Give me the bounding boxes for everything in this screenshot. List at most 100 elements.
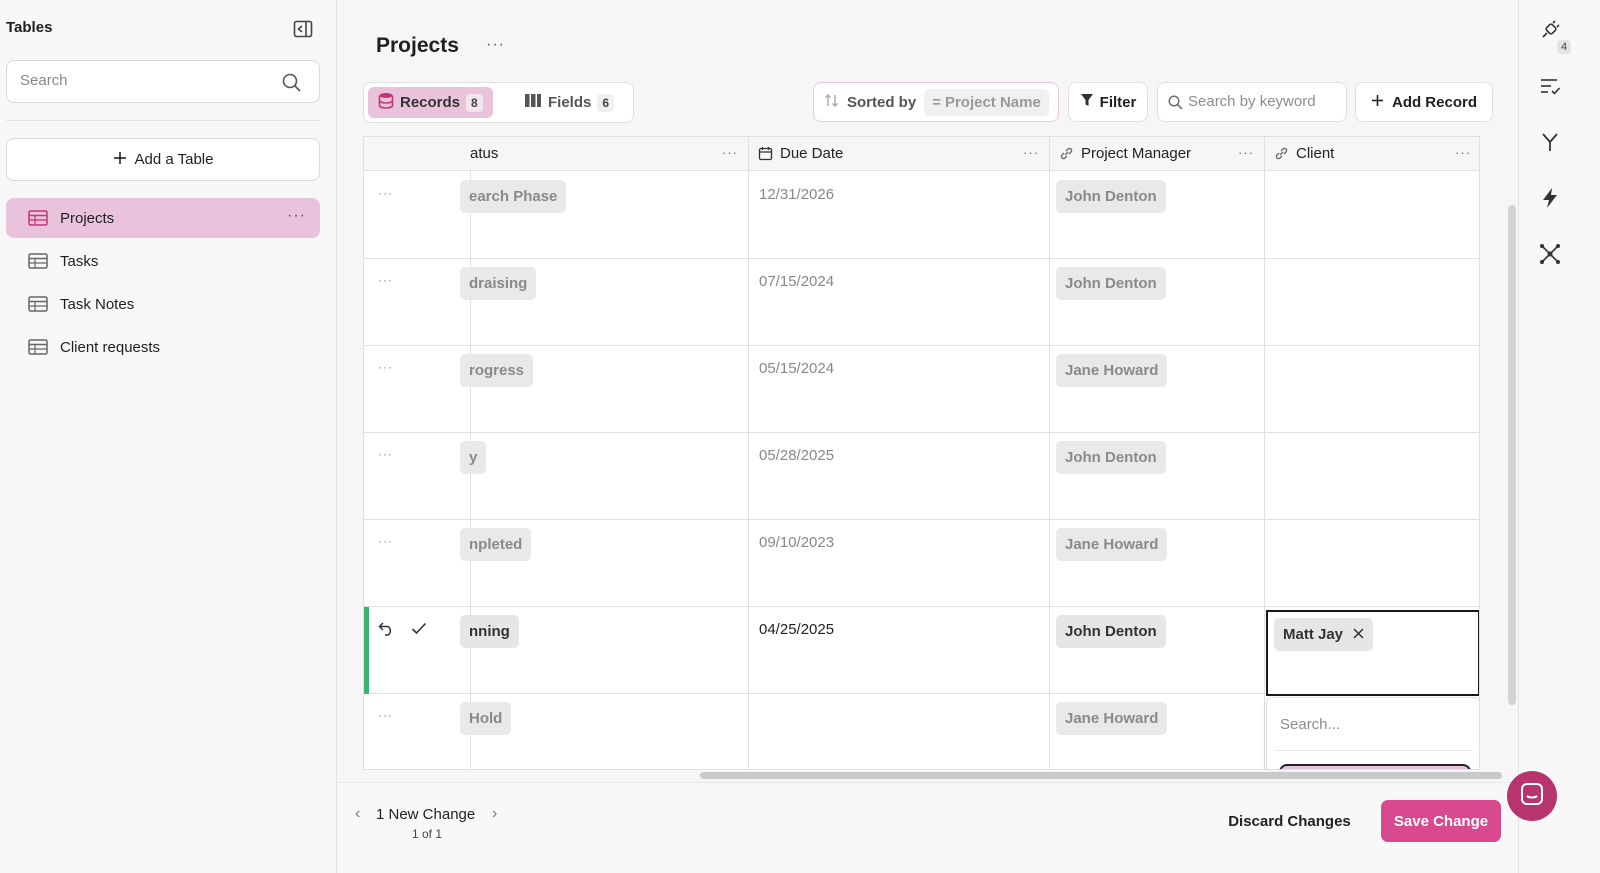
table-icon (28, 339, 48, 355)
sidebar-item-task-notes[interactable]: Task Notes (6, 284, 320, 324)
table-row[interactable]: ··· rogress 05/15/2024 Jane Howard (364, 346, 1479, 433)
plugin-icon[interactable] (1539, 19, 1561, 41)
client-option[interactable] (1279, 764, 1471, 769)
discard-changes-button[interactable]: Discard Changes (1212, 800, 1367, 842)
client-search-input[interactable] (1280, 716, 1460, 733)
tab-fields[interactable]: Fields 6 (514, 87, 624, 118)
branch-icon[interactable] (1539, 131, 1561, 153)
table-icon (28, 253, 48, 269)
more-options-icon[interactable]: ··· (486, 36, 505, 54)
filter-icon (1080, 93, 1094, 111)
add-table-button[interactable]: Add a Table (6, 138, 320, 181)
table-row[interactable]: ··· draising 07/15/2024 John Denton (364, 259, 1479, 346)
status-chip: y (460, 441, 487, 474)
sort-control[interactable]: Sorted by = Project Name (813, 82, 1059, 122)
tab-label: Fields (548, 94, 592, 111)
undo-icon[interactable] (378, 621, 395, 641)
table-row[interactable]: ··· npleted 09/10/2023 Jane Howard (364, 520, 1479, 607)
column-menu-icon[interactable]: ··· (1023, 145, 1039, 160)
column-header-label: atus (470, 145, 499, 162)
change-bar: ‹ 1 New Change › 1 of 1 Discard Changes … (337, 782, 1518, 873)
table-row[interactable]: ··· earch Phase 12/31/2026 John Denton (364, 172, 1479, 259)
status-chip: npleted (460, 528, 532, 561)
checklist-icon[interactable] (1539, 75, 1561, 97)
sidebar-item-tasks[interactable]: Tasks (6, 241, 320, 281)
previous-change-icon[interactable]: ‹ (355, 805, 360, 823)
check-icon[interactable] (411, 622, 427, 640)
lightning-icon[interactable] (1539, 187, 1561, 209)
table-search-field[interactable] (6, 60, 320, 103)
status-chip: nning (460, 615, 519, 648)
manager-chip: John Denton (1056, 615, 1166, 648)
manager-chip: John Denton (1056, 441, 1166, 474)
change-counter: 1 of 1 (412, 827, 443, 841)
filter-button[interactable]: Filter (1068, 82, 1148, 122)
save-change-button[interactable]: Save Change (1381, 800, 1501, 842)
manager-chip: John Denton (1056, 180, 1166, 213)
horizontal-scrollbar[interactable] (700, 772, 1502, 779)
column-header-status[interactable]: atus ··· (470, 137, 748, 171)
client-chip: Matt Jay (1274, 618, 1374, 651)
plugin-count-badge: 4 (1557, 40, 1572, 54)
more-options-icon[interactable]: ··· (287, 207, 306, 225)
records-grid: atus ··· Due Date ··· Project Manager ··… (363, 136, 1480, 770)
row-menu-icon[interactable]: ··· (378, 273, 393, 287)
due-date-value: 12/31/2026 (759, 186, 835, 203)
column-menu-icon[interactable]: ··· (1455, 145, 1471, 160)
search-icon (282, 73, 301, 92)
table-search-input[interactable] (20, 72, 270, 89)
column-menu-icon[interactable]: ··· (722, 145, 738, 160)
chat-icon (1520, 782, 1544, 811)
row-menu-icon[interactable]: ··· (378, 708, 393, 722)
collapse-sidebar-icon[interactable] (293, 20, 313, 38)
sidebar: Tables Add a Table Projects ··· Tasks Ta… (0, 0, 337, 873)
client-chip-label: Matt Jay (1283, 626, 1344, 643)
column-header-project-manager[interactable]: Project Manager ··· (1050, 137, 1264, 171)
next-change-icon[interactable]: › (492, 805, 497, 823)
equals-icon: = (932, 93, 941, 111)
column-header-label: Due Date (780, 145, 844, 162)
database-icon (378, 92, 394, 113)
row-menu-icon[interactable]: ··· (378, 534, 393, 548)
edit-indicator (364, 607, 369, 694)
sort-field-chip[interactable]: = Project Name (924, 88, 1049, 116)
sidebar-item-label: Task Notes (60, 295, 135, 313)
search-icon (1168, 95, 1183, 110)
client-cell-editor[interactable]: Matt Jay (1266, 610, 1479, 696)
row-menu-icon[interactable]: ··· (378, 447, 393, 461)
column-header-client[interactable]: Client ··· (1265, 137, 1479, 171)
add-record-button[interactable]: Add Record (1355, 82, 1493, 122)
keyword-search-field[interactable] (1157, 82, 1347, 122)
sidebar-item-projects[interactable]: Projects ··· (6, 198, 320, 238)
sort-field-label: Project Name (944, 93, 1041, 111)
due-date-value: 04/25/2025 (759, 621, 835, 638)
table-row[interactable]: ··· y 05/28/2025 John Denton (364, 433, 1479, 520)
row-menu-icon[interactable]: ··· (378, 186, 393, 200)
column-header-due-date[interactable]: Due Date ··· (749, 137, 1049, 171)
remove-client-icon[interactable] (1353, 626, 1364, 643)
status-chip: draising (460, 267, 537, 300)
network-icon[interactable] (1539, 243, 1561, 265)
column-menu-icon[interactable]: ··· (1238, 145, 1254, 160)
table-icon (28, 296, 48, 312)
sidebar-title: Tables (6, 19, 53, 36)
sidebar-item-client-requests[interactable]: Client requests (6, 327, 320, 367)
link-icon (1059, 146, 1074, 161)
tab-label: Records (400, 94, 461, 111)
record-count-badge: 8 (466, 93, 483, 112)
manager-chip: Jane Howard (1056, 354, 1168, 387)
keyword-search-input[interactable] (1188, 93, 1338, 110)
sidebar-divider (6, 120, 320, 121)
table-icon (28, 210, 48, 226)
vertical-scrollbar[interactable] (1508, 205, 1516, 705)
due-date-value: 07/15/2024 (759, 273, 835, 290)
field-count-badge: 6 (597, 93, 615, 112)
plus-icon (1371, 94, 1384, 111)
tab-records[interactable]: Records 8 (368, 87, 493, 118)
add-table-label: Add a Table (134, 151, 214, 168)
column-header-label: Client (1296, 145, 1335, 162)
status-chip: earch Phase (460, 180, 567, 213)
chat-support-button[interactable] (1507, 771, 1557, 821)
due-date-value: 09/10/2023 (759, 534, 835, 551)
row-menu-icon[interactable]: ··· (378, 360, 393, 374)
